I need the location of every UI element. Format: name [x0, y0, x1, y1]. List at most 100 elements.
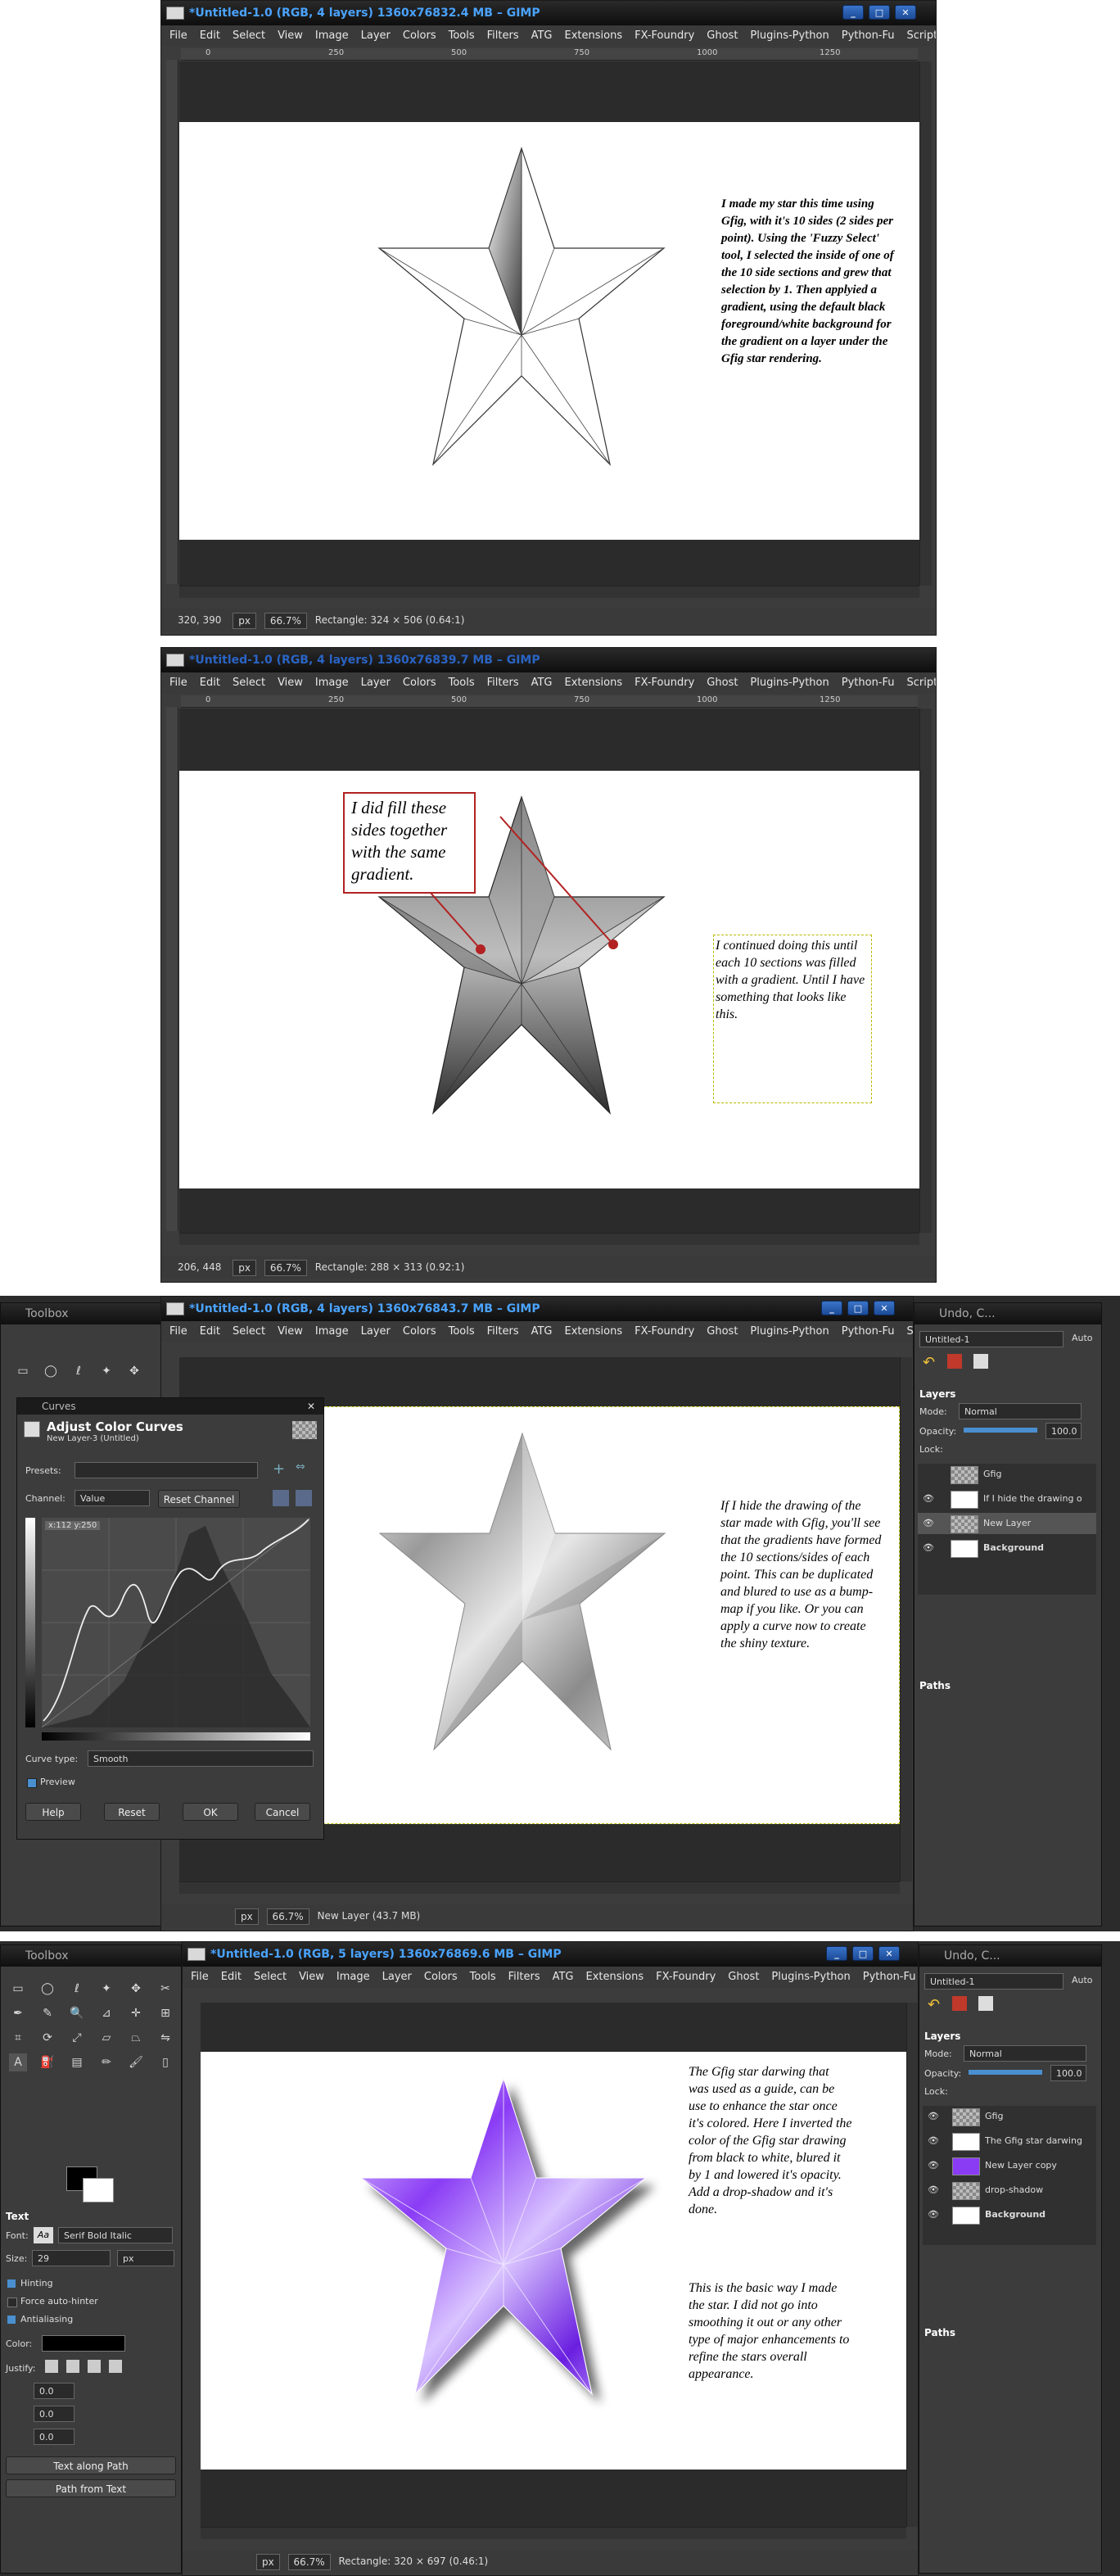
brushes-icon[interactable] [952, 1996, 967, 2011]
justify-right-icon[interactable] [66, 2360, 79, 2373]
menu-item-layer[interactable]: Layer [361, 29, 391, 42]
minimize-icon[interactable]: _ [826, 1946, 847, 1961]
menu-item-layer[interactable]: Layer [361, 677, 391, 689]
units-dropdown[interactable]: px [235, 1908, 259, 1925]
menu-item-colors[interactable]: Colors [403, 677, 436, 689]
path-from-text-button[interactable]: Path from Text [6, 2479, 176, 2497]
hinting-checkbox[interactable] [7, 2279, 16, 2288]
maximize-icon[interactable]: □ [869, 5, 890, 20]
menu-item-colors[interactable]: Colors [403, 1325, 436, 1338]
menu-item-python-fu[interactable]: Python-Fu [842, 29, 895, 42]
curves-graph[interactable]: x:112 y:250 [42, 1518, 310, 1727]
fuzzy-select-tool-icon[interactable]: ✦ [97, 1362, 115, 1380]
menu-item-extensions[interactable]: Extensions [565, 29, 623, 42]
menu-item-plugins-python[interactable]: Plugins-Python [750, 677, 829, 689]
horizontal-ruler[interactable]: 0 250 500 750 1000 1250 [181, 695, 918, 708]
menu-item-filters[interactable]: Filters [487, 677, 519, 689]
maximize-icon[interactable]: □ [847, 1301, 869, 1315]
opacity-slider[interactable] [969, 2070, 1042, 2075]
ellipse-select-tool-icon[interactable]: ◯ [38, 1980, 56, 1998]
patterns-icon[interactable] [978, 1996, 993, 2011]
mode-dropdown[interactable]: Normal [964, 2045, 1086, 2062]
menu-item-plugins-python[interactable]: Plugins-Python [750, 29, 829, 42]
zoom-dropdown[interactable]: 66.7% [264, 612, 307, 629]
help-button[interactable]: Help [25, 1803, 81, 1821]
rect-select-tool-icon[interactable]: ▭ [9, 1980, 27, 1998]
menu-item-view[interactable]: View [278, 677, 303, 689]
menu-item-select[interactable]: Select [233, 1325, 265, 1338]
force-autohinter-checkbox[interactable] [7, 2298, 17, 2307]
curve-type-dropdown[interactable]: Smooth [88, 1750, 314, 1767]
image-selector[interactable]: Untitled-1 [924, 1973, 1064, 1990]
eye-icon[interactable]: 👁 [928, 2130, 939, 2152]
perspective-tool-icon[interactable]: ⏢ [127, 2029, 145, 2047]
menu-item-fx-foundry[interactable]: FX-Foundry [635, 29, 694, 42]
menu-item-plugins-python[interactable]: Plugins-Python [771, 1971, 850, 1983]
layer-row[interactable]: 👁 The Gfig star darwing [923, 2130, 1096, 2152]
layer-row[interactable]: 👁 Background [918, 1537, 1096, 1559]
horizontal-scrollbar[interactable] [179, 1881, 900, 1894]
menu-item-filters[interactable]: Filters [508, 1971, 540, 1983]
layer-row[interactable]: 👁 drop-shadow [923, 2180, 1096, 2201]
color-picker-tool-icon[interactable]: ✎ [38, 2004, 56, 2022]
horizontal-scrollbar[interactable] [179, 586, 919, 598]
menu-item-colors[interactable]: Colors [424, 1971, 458, 1983]
undo-icon[interactable]: ↶ [928, 1996, 940, 2013]
letter-spacing-input[interactable]: 0.0 [34, 2429, 75, 2445]
menu-item-atg[interactable]: ATG [531, 677, 553, 689]
menu-item-tools[interactable]: Tools [449, 29, 475, 42]
menu-item-select[interactable]: Select [233, 677, 265, 689]
menu-item-file[interactable]: File [191, 1971, 209, 1983]
layer-row[interactable]: 👁 If I hide the drawing o [918, 1488, 1096, 1510]
size-input[interactable]: 29 [32, 2250, 111, 2266]
blend-tool-icon[interactable]: ▤ [68, 2053, 86, 2071]
eye-icon[interactable]: 👁 [923, 1537, 934, 1559]
preset-menu-icon[interactable]: ⇔ [296, 1460, 305, 1474]
zoom-tool-icon[interactable]: 🔍 [68, 2004, 86, 2022]
close-icon[interactable]: ✕ [878, 1946, 900, 1961]
color-select-tool-icon[interactable]: ✥ [127, 1980, 145, 1998]
crop-tool-icon[interactable]: ⌗ [9, 2029, 27, 2047]
menu-item-file[interactable]: File [169, 1325, 187, 1338]
zoom-dropdown[interactable]: 66.7% [264, 1259, 307, 1276]
vertical-ruler[interactable] [166, 707, 178, 1231]
menu-item-extensions[interactable]: Extensions [586, 1971, 644, 1983]
eye-icon[interactable]: 👁 [923, 1513, 934, 1534]
justify-left-icon[interactable] [45, 2360, 58, 2373]
menu-item-script-fu[interactable]: Script-Fu [907, 1325, 913, 1338]
eraser-tool-icon[interactable]: ▯ [156, 2053, 174, 2071]
rotate-tool-icon[interactable]: ⟳ [38, 2029, 56, 2047]
menu-item-image[interactable]: Image [315, 677, 349, 689]
horizontal-scrollbar[interactable] [179, 1233, 919, 1245]
align-tool-icon[interactable]: ⊞ [156, 2004, 174, 2022]
image-canvas[interactable]: The Gfig star darwing that was used as a… [201, 2052, 906, 2470]
menu-item-fx-foundry[interactable]: FX-Foundry [635, 1325, 694, 1338]
units-dropdown[interactable]: px [233, 1259, 256, 1276]
justify-fill-icon[interactable] [109, 2360, 122, 2373]
toolbox-title[interactable]: Toolbox [1, 1303, 161, 1324]
canvas-area[interactable]: The Gfig star darwing that was used as a… [201, 2003, 906, 2527]
menu-item-atg[interactable]: ATG [531, 1325, 553, 1338]
image-canvas[interactable]: I made my star this time using Gfig, wit… [179, 122, 919, 540]
menu-item-python-fu[interactable]: Python-Fu [842, 677, 895, 689]
minimize-icon[interactable]: _ [842, 5, 864, 20]
menu-item-atg[interactable]: ATG [553, 1971, 574, 1983]
eye-icon[interactable]: 👁 [928, 2155, 939, 2176]
menu-item-view[interactable]: View [299, 1971, 324, 1983]
line-spacing-input[interactable]: 0.0 [34, 2406, 75, 2422]
menu-item-layer[interactable]: Layer [382, 1971, 412, 1983]
scale-tool-icon[interactable]: ⤢ [68, 2029, 86, 2047]
opacity-value[interactable]: 100.0 [1045, 1423, 1082, 1439]
text-tool-icon[interactable]: A [9, 2053, 27, 2071]
maximize-icon[interactable]: □ [852, 1946, 874, 1961]
ok-button[interactable]: OK [183, 1803, 238, 1821]
layer-row[interactable]: Gfig [918, 1464, 1096, 1485]
image-selector[interactable]: Untitled-1 [919, 1331, 1064, 1347]
log-histogram-icon[interactable] [296, 1490, 312, 1506]
rect-select-tool-icon[interactable]: ▭ [14, 1362, 32, 1380]
menu-item-image[interactable]: Image [315, 29, 349, 42]
scissors-tool-icon[interactable]: ✂ [156, 1980, 174, 1998]
add-preset-icon[interactable]: + [273, 1460, 285, 1478]
minimize-icon[interactable]: _ [821, 1301, 842, 1315]
window-title-bar[interactable]: *Untitled-1.0 (RGB, 5 layers) 1360x76869… [183, 1942, 918, 1967]
